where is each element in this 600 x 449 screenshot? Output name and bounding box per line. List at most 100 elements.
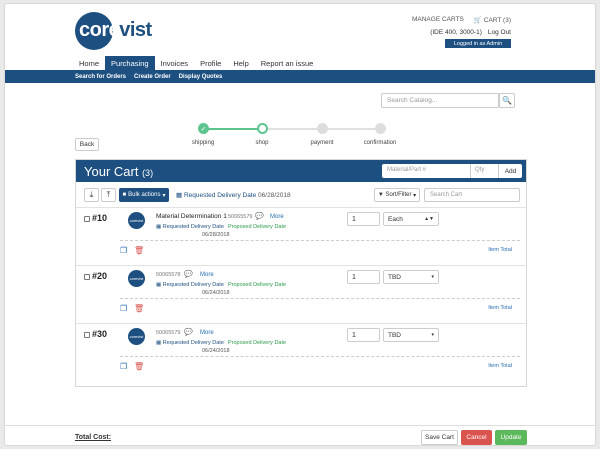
manage-carts-link[interactable]: MANAGE CARTS: [412, 16, 464, 24]
cart-label: CART (3): [483, 17, 511, 24]
sort-filter-button[interactable]: ▼ Sort/Filter ▾: [374, 188, 420, 202]
copy-icon[interactable]: ❐: [120, 304, 127, 313]
tab-help[interactable]: Help: [227, 56, 254, 70]
row-qty-input[interactable]: 1: [347, 212, 380, 226]
material-number: 50065578: [156, 272, 181, 278]
cart-link[interactable]: 🛒 CART (3): [474, 16, 511, 24]
copy-icon[interactable]: ❐: [120, 246, 127, 255]
bulk-actions-label: Bulk actions: [128, 192, 161, 198]
cart-row-20: #20 corevist 50065578 💬 More ▦ Requested…: [84, 270, 520, 326]
row-uom-select[interactable]: TBD ▾: [383, 270, 439, 284]
row-req-date-link[interactable]: ▦ Requested Delivery Date: [156, 224, 224, 230]
step-label-confirmation: confirmation: [363, 140, 397, 146]
uom-value: Each: [388, 216, 403, 223]
more-link[interactable]: More: [270, 214, 284, 220]
proposed-delivery-date: Proposed Delivery Date: [228, 340, 287, 346]
step-label-shipping: shipping: [191, 140, 215, 146]
step-shipping-dot[interactable]: ✓: [198, 123, 209, 134]
step-shop-dot[interactable]: [257, 123, 268, 134]
material-name[interactable]: Material Determination 1: [156, 213, 227, 220]
search-icon: 🔍: [502, 96, 512, 105]
more-link[interactable]: More: [200, 272, 214, 278]
account-id: (IDE 400, 3000-1): [430, 29, 482, 36]
cart-header: Your Cart (3) Material/Part # Qty Add: [76, 160, 526, 182]
cart-row-10: #10 corevist Material Determination 1 50…: [84, 212, 520, 268]
step-label-shop: shop: [255, 140, 269, 146]
row-req-date-value: 06/24/2018: [202, 348, 230, 354]
row-req-date-link[interactable]: ▦ Requested Delivery Date: [156, 340, 224, 346]
uom-value: TBD: [388, 332, 401, 339]
upload-button[interactable]: ⤒: [101, 188, 116, 202]
row-checkbox[interactable]: [84, 274, 90, 280]
row-uom-select[interactable]: TBD ▾: [383, 328, 439, 342]
material-part-input[interactable]: Material/Part #: [382, 164, 470, 178]
step-connector-3: [323, 128, 381, 130]
row-qty-input[interactable]: 1: [347, 328, 380, 342]
trash-icon[interactable]: 🗑: [134, 304, 144, 313]
save-cart-button[interactable]: Save Cart: [421, 430, 458, 445]
requested-delivery-date[interactable]: ▦ Requested Delivery Date 06/28/2018: [176, 191, 291, 199]
more-link[interactable]: More: [200, 330, 214, 336]
product-thumbnail: corevist: [128, 270, 145, 287]
row-separator: [120, 298, 520, 299]
req-date-label: Requested Delivery Date: [183, 192, 257, 199]
cart-count: (3): [142, 168, 154, 178]
upload-icon: ⤒: [106, 190, 111, 199]
account-row: (IDE 400, 3000-1) Log Out: [430, 29, 511, 36]
step-label-payment: payment: [310, 140, 334, 146]
tab-report-issue[interactable]: Report an issue: [255, 56, 320, 70]
row-checkbox[interactable]: [84, 216, 90, 222]
item-total: Item Total: [488, 363, 512, 369]
row-checkbox[interactable]: [84, 332, 90, 338]
qty-input[interactable]: Qty: [470, 164, 498, 178]
update-button[interactable]: Update: [495, 430, 527, 445]
req-date-value: 06/28/2018: [258, 192, 291, 199]
tab-home[interactable]: Home: [73, 56, 105, 70]
back-button[interactable]: Back: [75, 138, 99, 151]
square-icon: ■: [122, 192, 127, 198]
product-thumbnail: corevist: [128, 212, 145, 229]
tab-profile[interactable]: Profile: [194, 56, 227, 70]
filter-icon: ▼: [377, 192, 384, 198]
subnav-search-orders[interactable]: Search for Orders: [75, 74, 126, 80]
header-links: MANAGE CARTS 🛒 CART (3): [412, 16, 511, 24]
trash-icon[interactable]: 🗑: [134, 362, 144, 371]
download-button[interactable]: ⤓: [84, 188, 99, 202]
row-divider: [76, 207, 526, 208]
catalog-search-input[interactable]: Search Catalog...: [381, 93, 499, 108]
cart-toolbar: ⤓ ⤒ ■ Bulk actions ▾ ▦ Requested Delivery …: [84, 188, 520, 204]
footer-divider: [5, 425, 595, 426]
step-confirmation-dot: [375, 123, 386, 134]
row-divider: [76, 265, 526, 266]
comment-icon[interactable]: 💬: [184, 328, 193, 336]
logo-part-1: core: [79, 19, 120, 41]
trash-icon[interactable]: 🗑: [134, 246, 144, 255]
tab-invoices[interactable]: Invoices: [155, 56, 195, 70]
add-button[interactable]: Add: [498, 164, 522, 178]
comment-icon[interactable]: 💬: [255, 212, 264, 220]
logout-link[interactable]: Log Out: [488, 29, 511, 36]
row-req-date-link[interactable]: ▦ Requested Delivery Date: [156, 282, 224, 288]
row-separator: [120, 356, 520, 357]
bulk-actions-button[interactable]: ■ Bulk actions ▾: [119, 188, 169, 202]
search-cart-input[interactable]: Search Cart: [424, 188, 520, 202]
row-separator: [120, 240, 520, 241]
item-total: Item Total: [488, 305, 512, 311]
row-uom-select[interactable]: Each ▲▼: [383, 212, 439, 226]
product-thumbnail: corevist: [128, 328, 145, 345]
cancel-button[interactable]: Cancel: [461, 430, 492, 445]
tab-purchasing[interactable]: Purchasing: [105, 56, 155, 70]
step-connector-1: [203, 128, 263, 130]
subnav-create-order[interactable]: Create Order: [134, 74, 171, 80]
chevron-down-icon: ▲▼: [424, 216, 434, 222]
catalog-search-button[interactable]: 🔍: [499, 93, 515, 108]
proposed-delivery-date: Proposed Delivery Date: [228, 224, 287, 230]
copy-icon[interactable]: ❐: [120, 362, 127, 371]
row-qty-input[interactable]: 1: [347, 270, 380, 284]
subnav-display-quotes[interactable]: Display Quotes: [179, 74, 223, 80]
comment-icon[interactable]: 💬: [184, 270, 193, 278]
step-connector-2: [263, 128, 323, 130]
logo[interactable]: corevist: [79, 19, 152, 42]
calendar-icon: ▦: [156, 224, 162, 230]
calendar-icon: ▦: [156, 282, 162, 288]
